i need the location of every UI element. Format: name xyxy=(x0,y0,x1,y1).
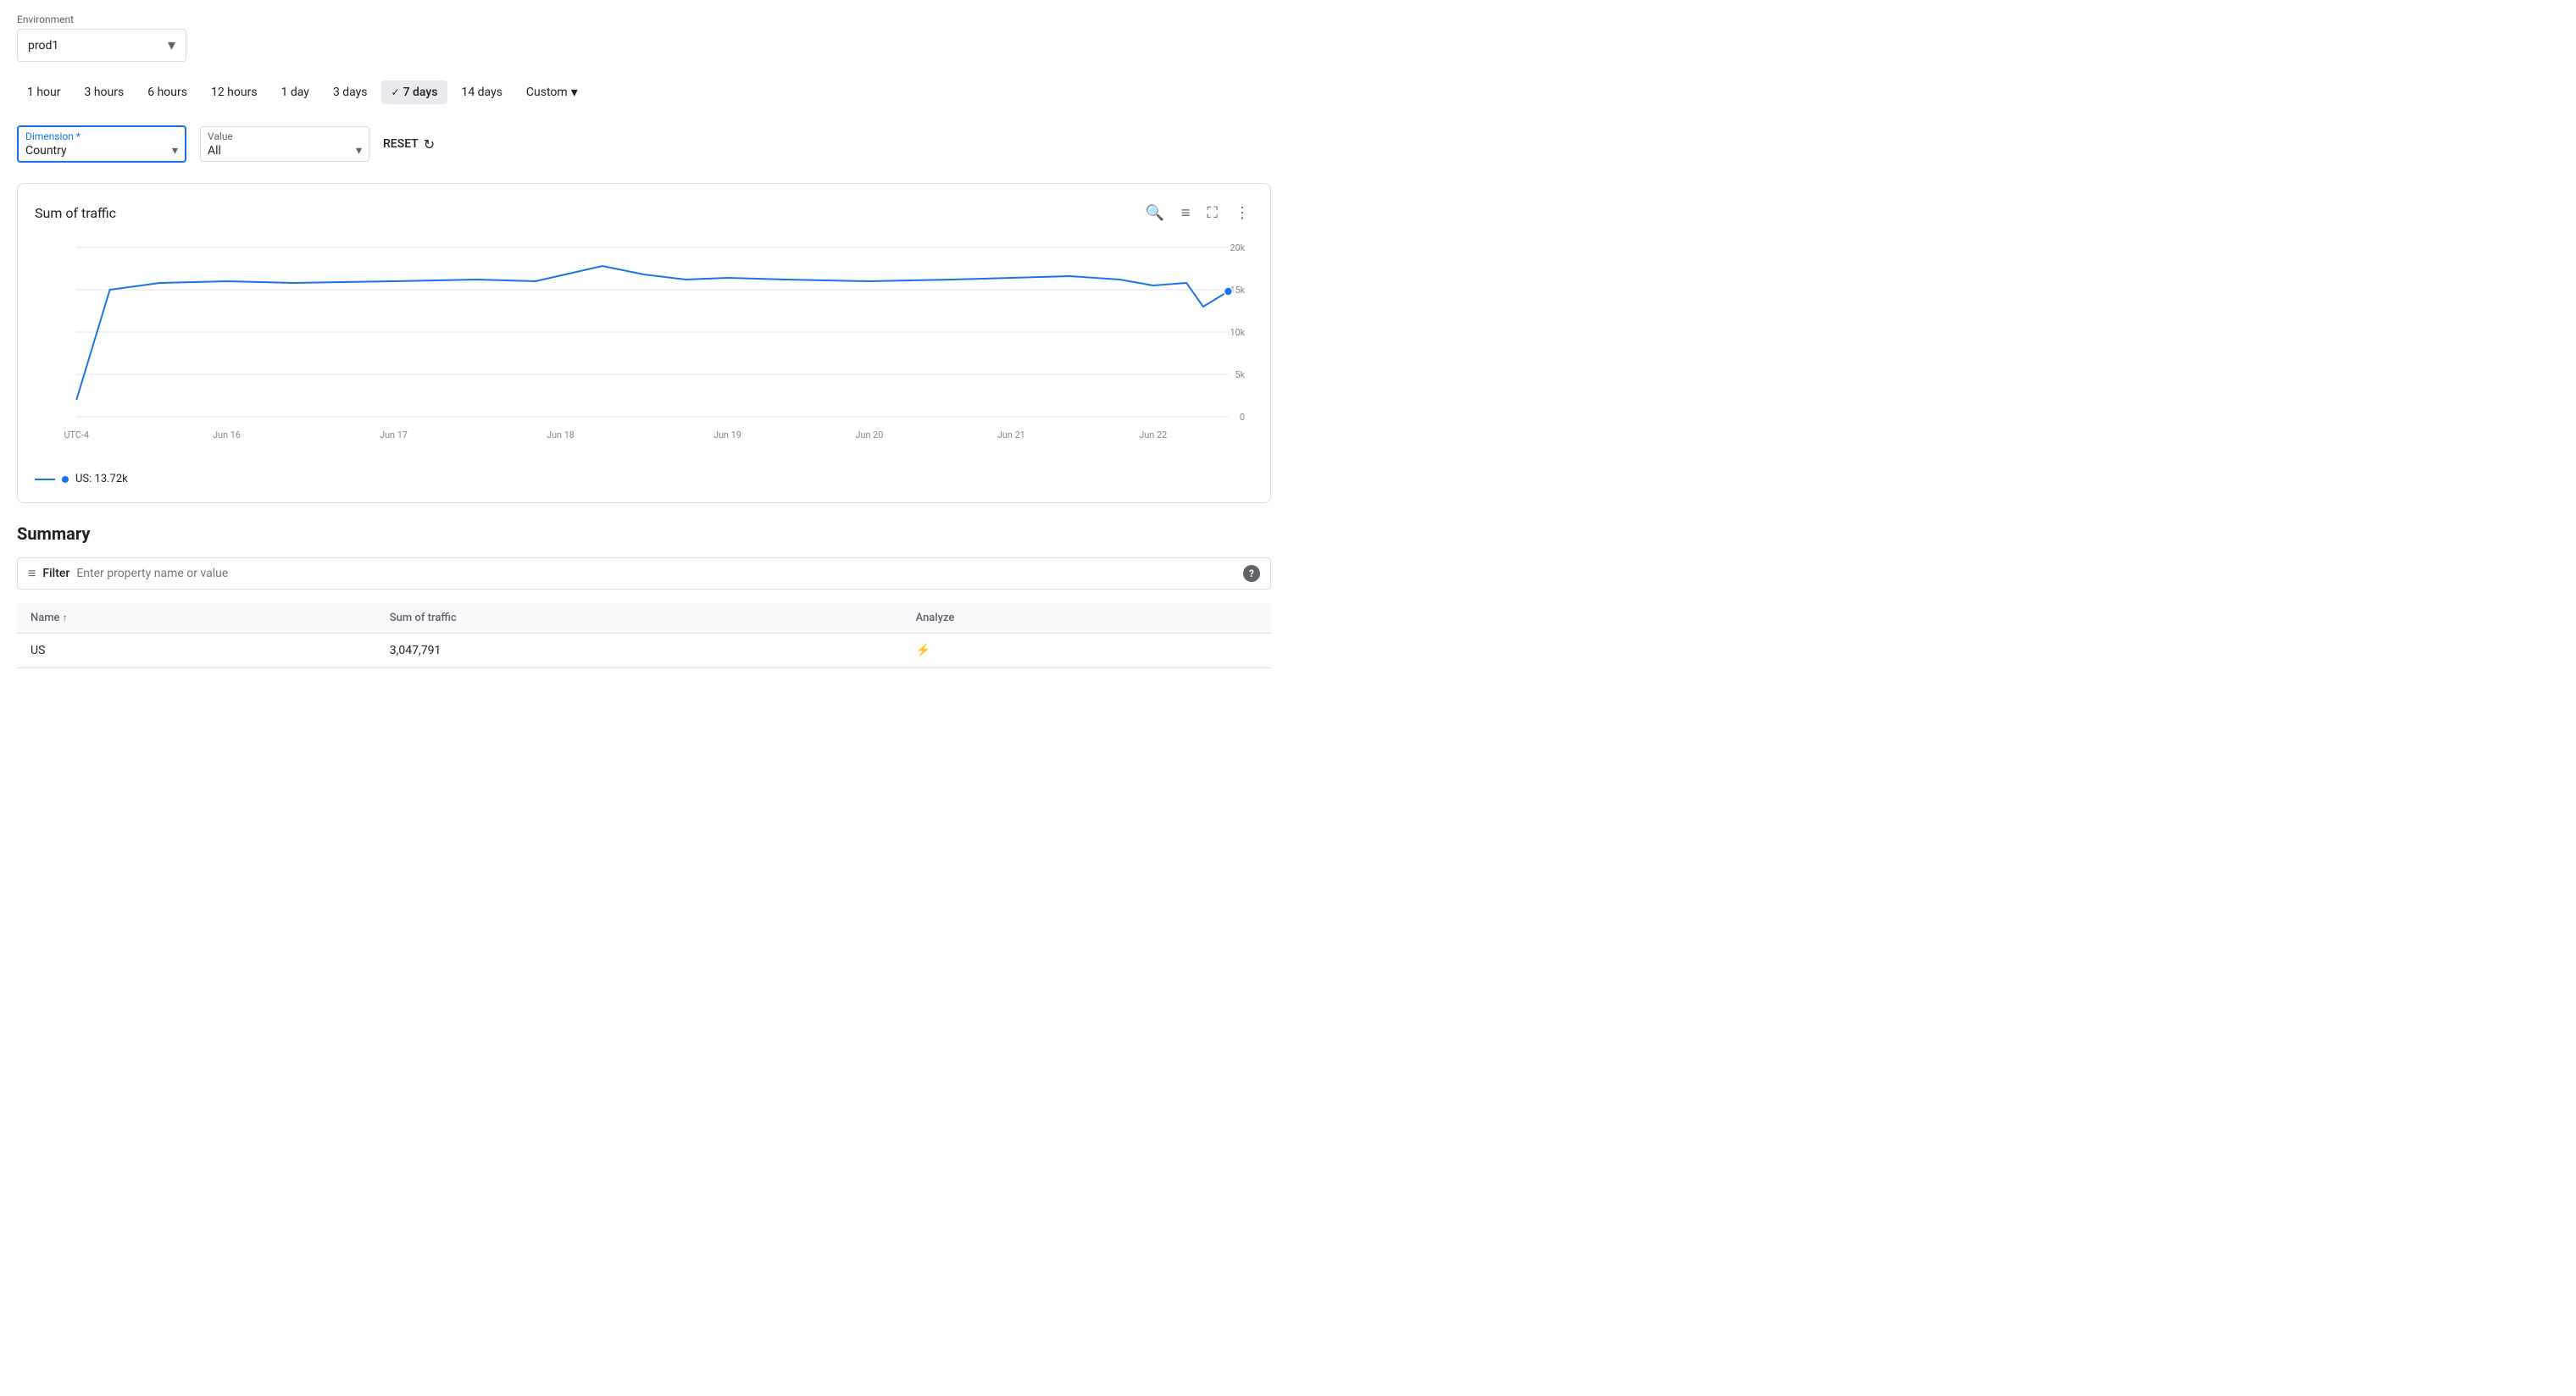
value-dropdown[interactable]: Value All ▾ xyxy=(200,126,369,162)
environment-section: Environment prod1 ▾ xyxy=(17,14,1271,62)
dimension-dropdown[interactable]: Dimension * Country ▾ xyxy=(17,125,186,163)
time-btn-14d[interactable]: 14 days xyxy=(451,80,512,104)
help-icon[interactable]: ? xyxy=(1243,565,1260,582)
filter-icon: ≡ xyxy=(28,565,36,582)
svg-text:Jun 19: Jun 19 xyxy=(713,429,741,440)
time-btn-custom[interactable]: Custom ▾ xyxy=(516,79,588,105)
summary-section: Summary ≡ Filter ? Name ↑ Sum of traffic xyxy=(17,524,1271,668)
time-btn-12h[interactable]: 12 hours xyxy=(201,80,268,104)
chart-title: Sum of traffic xyxy=(35,205,116,221)
filter-label: Filter xyxy=(42,567,69,580)
legend-dot xyxy=(62,476,69,483)
table-header-row: Name ↑ Sum of traffic Analyze xyxy=(17,603,1271,634)
time-btn-3h[interactable]: 3 hours xyxy=(75,80,135,104)
svg-text:UTC-4: UTC-4 xyxy=(64,429,89,440)
summary-title: Summary xyxy=(17,524,1271,544)
analyze-icon[interactable]: ⚡ xyxy=(916,644,930,657)
filter-input[interactable] xyxy=(76,567,246,580)
environment-label: Environment xyxy=(17,14,1271,25)
legend-line xyxy=(35,479,55,480)
sort-icon: ↑ xyxy=(63,612,68,623)
svg-text:Jun 16: Jun 16 xyxy=(213,429,241,440)
chart-header: Sum of traffic 🔍 ≡ ⛶ ⋮ xyxy=(35,201,1253,225)
svg-text:10k: 10k xyxy=(1230,327,1245,338)
reset-button[interactable]: RESET ↻ xyxy=(383,136,435,152)
row-traffic: 3,047,791 xyxy=(376,634,902,668)
svg-text:Jun 17: Jun 17 xyxy=(380,429,408,440)
chart-actions: 🔍 ≡ ⛶ ⋮ xyxy=(1141,201,1253,225)
time-btn-3d[interactable]: 3 days xyxy=(323,80,378,104)
chart-more-icon[interactable]: ⋮ xyxy=(1231,201,1253,225)
chart-card: Sum of traffic 🔍 ≡ ⛶ ⋮ 20k 15k 10k 5k 0 xyxy=(17,183,1271,503)
chart-legend: US: 13.72k xyxy=(35,473,1253,485)
svg-text:0: 0 xyxy=(1240,412,1245,423)
filter-row: Dimension * Country ▾ Value All ▾ RESET … xyxy=(17,125,1271,163)
time-btn-1h[interactable]: 1 hour xyxy=(17,80,71,104)
environment-dropdown[interactable]: prod1 ▾ xyxy=(17,29,186,62)
environment-value: prod1 xyxy=(28,39,58,53)
custom-chevron-icon: ▾ xyxy=(571,84,578,100)
col-header-name[interactable]: Name ↑ xyxy=(17,603,376,634)
col-header-traffic: Sum of traffic xyxy=(376,603,902,634)
time-btn-7d[interactable]: 7 days xyxy=(381,80,448,104)
value-chevron-icon: ▾ xyxy=(356,144,362,158)
chart-container: 20k 15k 10k 5k 0 UTC-4 Jun 16 Jun 17 Jun… xyxy=(35,239,1253,463)
main-page: Environment prod1 ▾ 1 hour 3 hours 6 hou… xyxy=(0,0,1288,682)
table-row: US 3,047,791 ⚡ xyxy=(17,634,1271,668)
svg-text:Jun 20: Jun 20 xyxy=(856,429,884,440)
filter-bar: ≡ Filter ? xyxy=(17,557,1271,590)
chart-fullscreen-icon[interactable]: ⛶ xyxy=(1203,201,1221,225)
summary-table: Name ↑ Sum of traffic Analyze US 3,047,7… xyxy=(17,603,1271,668)
chart-zoom-icon[interactable]: 🔍 xyxy=(1141,201,1167,225)
chart-lines-icon[interactable]: ≡ xyxy=(1178,201,1194,225)
dimension-chevron-icon: ▾ xyxy=(172,144,178,158)
row-name: US xyxy=(17,634,376,668)
value-selected: All xyxy=(208,144,221,158)
svg-text:Jun 18: Jun 18 xyxy=(547,429,575,440)
time-btn-1d[interactable]: 1 day xyxy=(271,80,319,104)
value-field-label: Value xyxy=(208,130,362,142)
reset-label: RESET xyxy=(383,137,419,151)
reset-icon: ↻ xyxy=(424,136,435,152)
time-range-selector: 1 hour 3 hours 6 hours 12 hours 1 day 3 … xyxy=(17,79,1271,105)
row-analyze[interactable]: ⚡ xyxy=(902,634,1271,668)
dimension-value: Country xyxy=(25,144,67,158)
time-btn-6h[interactable]: 6 hours xyxy=(137,80,197,104)
chart-svg: 20k 15k 10k 5k 0 UTC-4 Jun 16 Jun 17 Jun… xyxy=(35,239,1253,459)
environment-chevron-icon: ▾ xyxy=(168,36,175,54)
svg-text:Jun 21: Jun 21 xyxy=(997,429,1025,440)
svg-text:5k: 5k xyxy=(1235,369,1246,380)
dimension-field-label: Dimension * xyxy=(25,130,178,142)
col-header-analyze: Analyze xyxy=(902,603,1271,634)
legend-label: US: 13.72k xyxy=(75,473,128,485)
svg-text:Jun 22: Jun 22 xyxy=(1139,429,1167,440)
svg-text:20k: 20k xyxy=(1230,242,1245,253)
